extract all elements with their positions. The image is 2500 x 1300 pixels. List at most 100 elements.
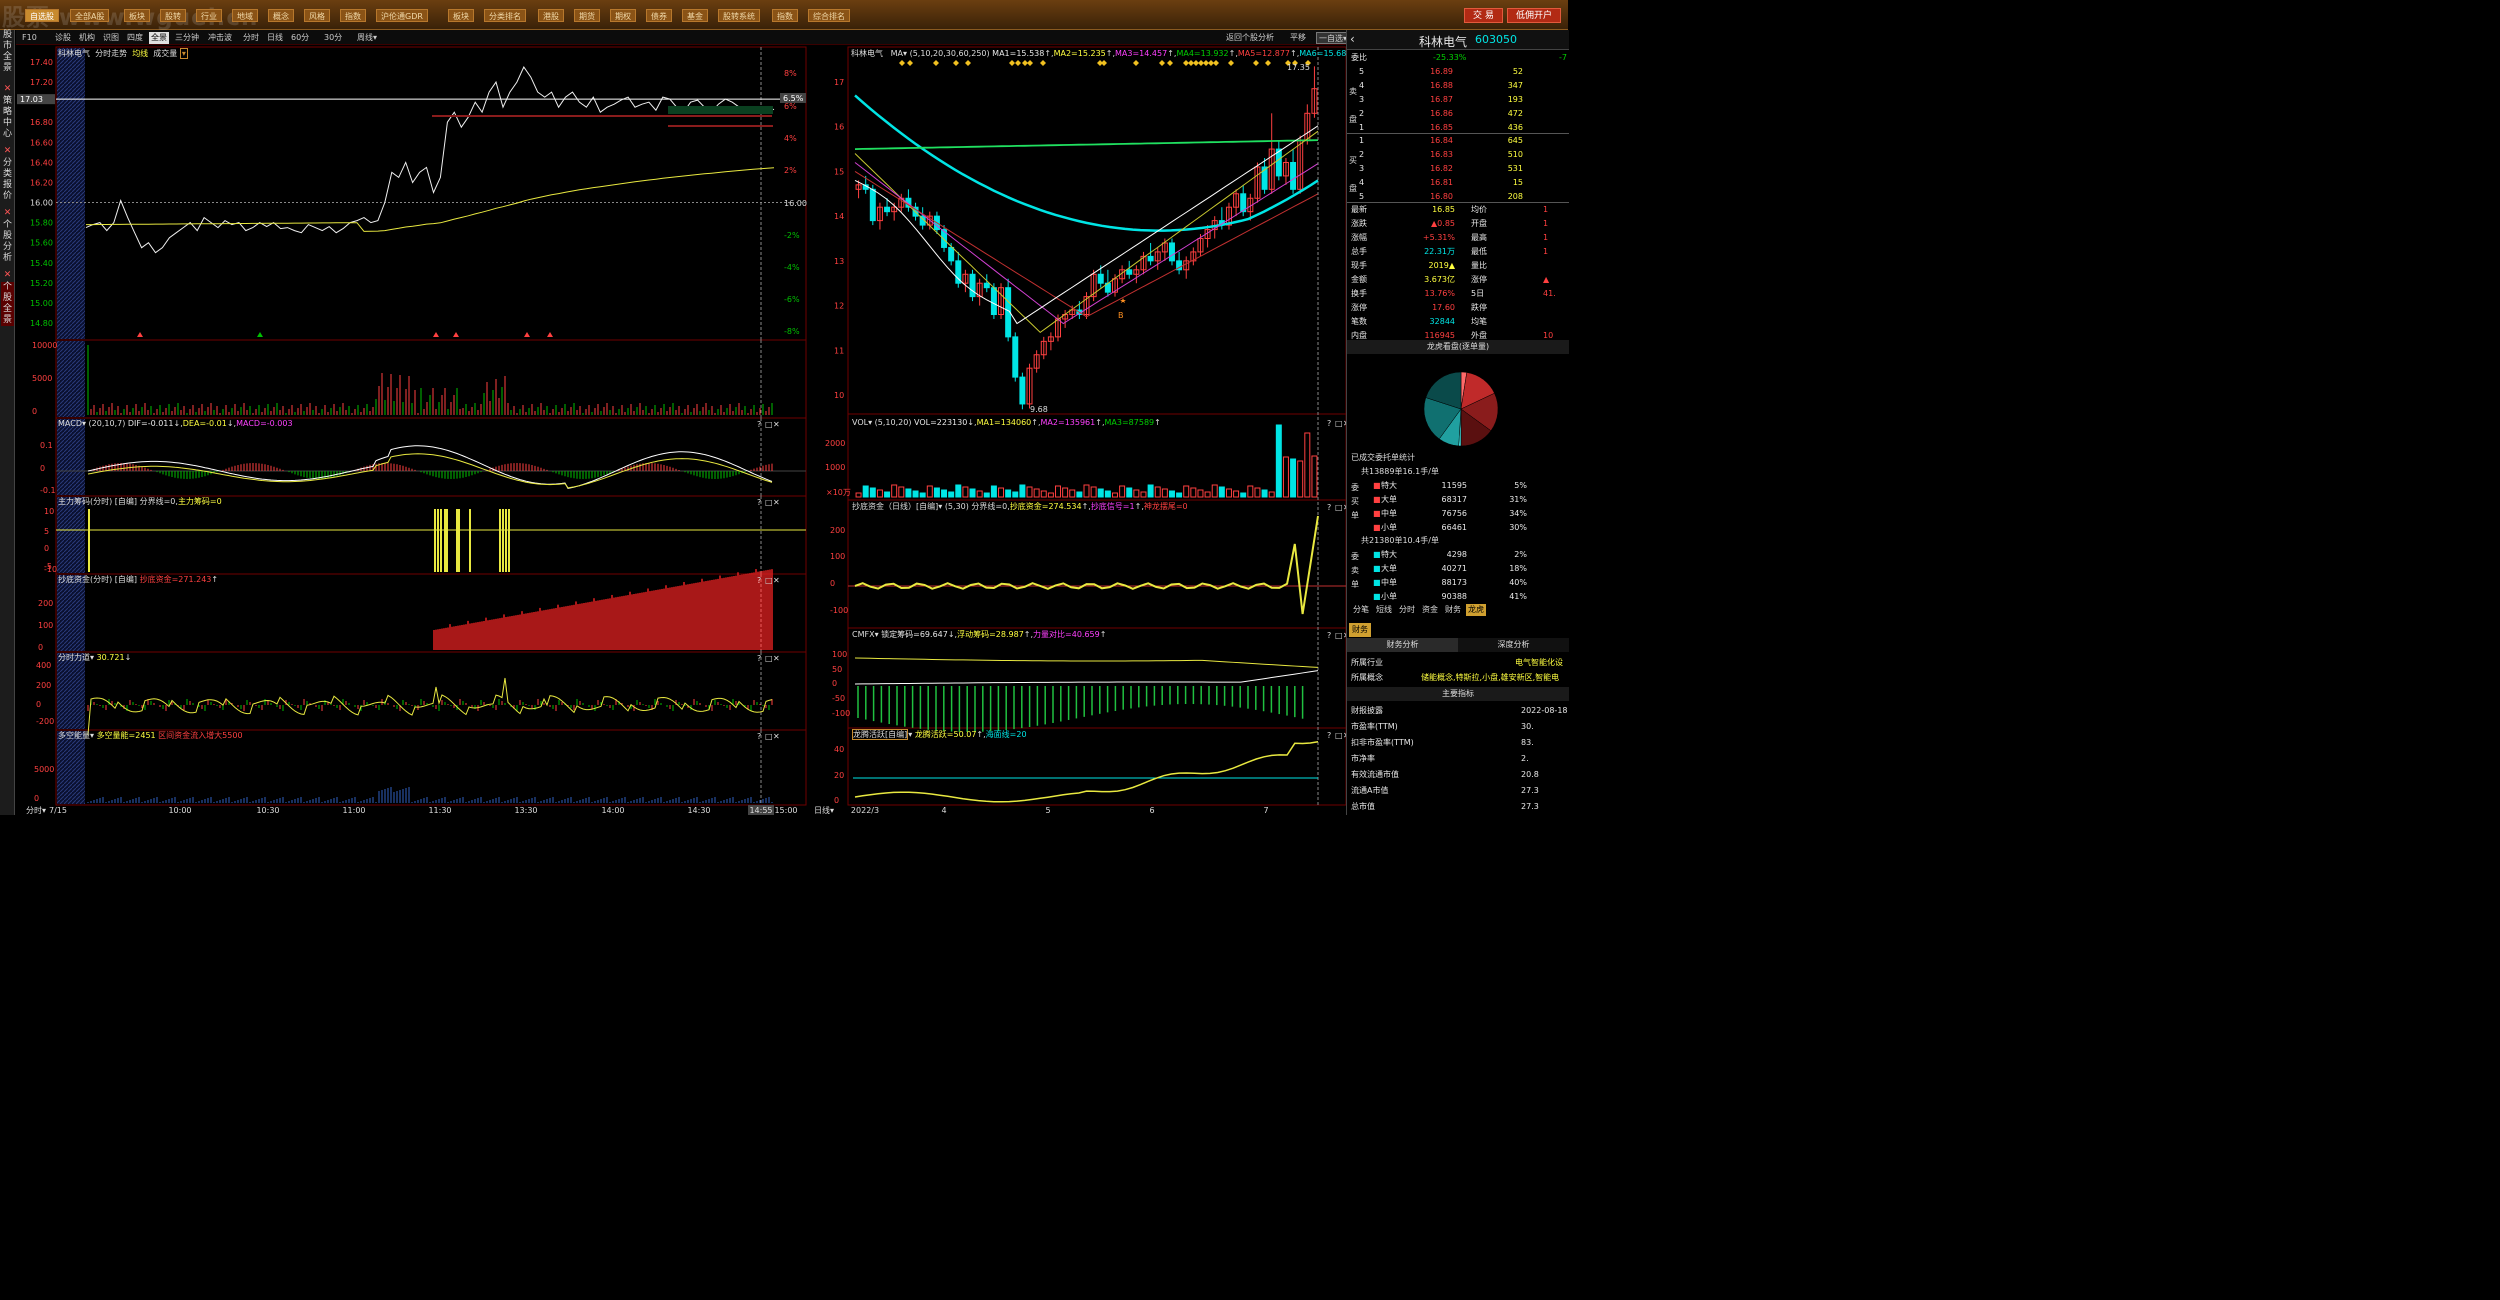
sell-side-label: 买 [1351,497,1359,506]
ma-params: (5,10,20,30,60,250) [909,49,990,58]
avg-price-line [86,167,775,232]
vol-title: VOL▾ (5,10,20) VOL=223130↓,MA1=134060↑,M… [852,418,1161,427]
daily-title: 科林电气 MA▾ (5,10,20,30,60,250) MA1=15.538↑… [851,49,1353,58]
help-icon: ? [1327,631,1331,640]
high-price-label: 17.35 [1287,63,1310,72]
fin-label: 有效流通市值 [1351,770,1399,779]
quote-tab-2[interactable]: 分时 [1397,604,1417,616]
opening-auction-zone [57,575,85,651]
dropdown-icon[interactable]: ▾ [179,48,188,59]
multi-axis-label: 5000 [34,765,54,774]
time-axis-label: 14:00 [601,806,624,815]
signal-diamond-icon [907,60,913,66]
quote-stock-code: 603050 [1475,33,1517,46]
bid-side-label: 买盘 [1349,156,1357,193]
candle-body [884,206,891,213]
vol-bar [1290,458,1297,498]
bid-price: 16.81 [1430,178,1453,187]
stat-label: 最新 [1351,205,1367,214]
price-axis-label: 15.80 [30,219,53,228]
candle-body [990,287,997,316]
quote-header: ‹ 科林电气 603050 [1347,30,1569,50]
buy-total: 共21380单10.4手/单 [1361,536,1439,545]
vol-bar [1083,484,1090,498]
fin-row: 流通A市值 27.3 [1347,784,1569,797]
macd-name[interactable]: MACD [58,419,82,428]
vol-bar [1026,486,1033,498]
dragon-axis-label: 40 [834,745,844,754]
maximize-icon: □ [1335,419,1343,428]
back-chevron-icon[interactable]: ‹ [1350,32,1355,46]
stat-label2: 最低 [1471,247,1487,256]
ma-label[interactable]: MA [891,49,903,58]
vol-name[interactable]: VOL [852,418,868,427]
stat-value: 3.673亿 [1424,275,1455,284]
vol-bar [1176,492,1183,498]
quote-tab-0[interactable]: 分笔 [1351,604,1371,616]
vol-bar [1040,490,1047,498]
candle-body [1097,273,1104,284]
cmfx-axis-label: 50 [832,665,842,674]
cmfx-name[interactable]: CMFX [852,630,875,639]
vol-value: VOL=223130 [913,418,968,427]
macd-dif: DIF=-0.011 [127,419,174,428]
vol-bar [1268,491,1275,498]
quote-tab-4[interactable]: 财务 [1443,604,1463,616]
trade-button[interactable]: 交 易 [1464,8,1503,23]
daily-fund-axis-label: 200 [830,526,845,535]
quote-tab-5[interactable]: 龙虎 [1466,604,1486,616]
vol-bar [1069,489,1076,498]
order-pct: 34% [1509,509,1527,518]
lock-chips-line [854,657,1319,668]
stock-name: 科林电气 [58,49,90,58]
fin-value: 2022-08-18 [1521,706,1568,715]
wb-label: 委比 [1351,53,1367,62]
vol-bar [1311,455,1318,498]
fin-tab[interactable]: 财务 [1349,623,1371,637]
concept-label: 所属概念 [1351,673,1383,682]
ask-level: 3 [1359,95,1365,104]
dragon-value: 龙腾活跃=50.07 [914,730,977,739]
help-icon: ? [1327,731,1331,740]
fin-subtab-0[interactable]: 财务分析 [1347,638,1458,652]
stat-label: 涨跌 [1351,219,1367,228]
ask-vol: 472 [1507,109,1523,118]
daily-price-axis-label: 16 [834,123,844,132]
signal-triangle-icon [547,332,553,337]
quote-tab-1[interactable]: 短线 [1374,604,1394,616]
close-icon: ✕ [773,654,780,663]
chips-bar [505,509,507,572]
ma5-value: MA5=12.877 [1237,49,1291,58]
signal-triangle-icon [524,332,530,337]
open-account-button[interactable]: 低佣开户 [1507,8,1562,23]
fin-value: 27.3 [1521,786,1539,795]
close-icon: ✕ [773,498,780,507]
wb-value2: -7 [1559,53,1567,62]
cmfx-ratio: 力量对比=40.659 [1033,630,1100,639]
fin-subtab-1[interactable]: 深度分析 [1458,638,1569,652]
order-type: 特大 [1381,550,1397,559]
strength-value: 30.721 [96,653,125,662]
help-icon: ? [1327,503,1331,512]
stat-value: 22.31万 [1424,247,1455,256]
daily-timeframe-selector: 日线▾ [814,805,834,815]
price-axis-label: 16.20 [30,178,53,187]
time-axis-label: 14:55 [749,806,772,815]
vol-bar [1254,487,1261,498]
vol-bar [933,487,940,498]
ask-level: 5 [1359,67,1365,76]
vol-bar [976,490,983,498]
signal-diamond-icon [1133,60,1139,66]
order-count: 40271 [1441,564,1467,573]
vol-bar [884,491,891,498]
divider [1347,133,1569,134]
bid-level: 3 [1359,164,1365,173]
daily-fund-line: 分界线=0 [971,502,1008,511]
ask-price: 16.87 [1430,95,1453,104]
candle-body [1012,336,1019,378]
quote-tab-3[interactable]: 资金 [1420,604,1440,616]
dragon-name[interactable]: 龙腾活跃[自编] [852,729,909,740]
ask-row: 2 16.86 472 [1347,107,1569,120]
fin-label: 总市值 [1351,802,1375,811]
stat-label: 现手 [1351,261,1367,270]
